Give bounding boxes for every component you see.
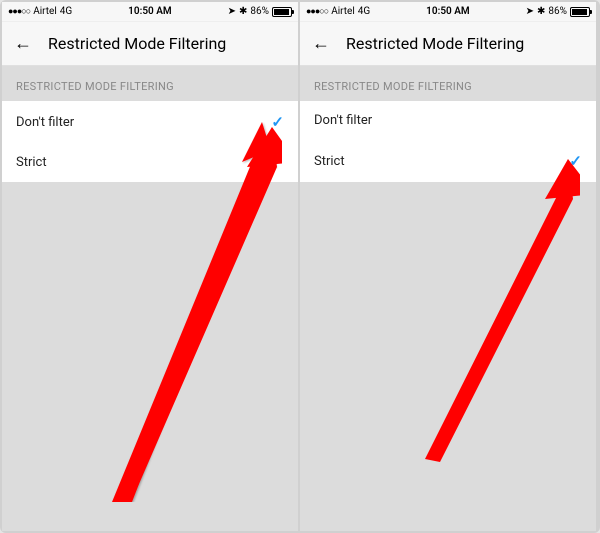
status-left: ●●●○○ Airtel 4G xyxy=(306,6,370,17)
network-label: 4G xyxy=(358,6,370,17)
status-bar: ●●●○○ Airtel 4G 10:50 AM ➤ ✱ 86% xyxy=(300,2,596,22)
phone-screen-right: ●●●○○ Airtel 4G 10:50 AM ➤ ✱ 86% ← Restr… xyxy=(300,2,598,531)
annotation-arrow-icon xyxy=(400,154,580,464)
signal-dots-icon: ●●●○○ xyxy=(8,6,30,17)
carrier-label: Airtel xyxy=(33,6,57,17)
status-left: ●●●○○ Airtel 4G xyxy=(8,6,72,17)
option-dont-filter[interactable]: Don't filter ✓ xyxy=(2,101,298,143)
bluetooth-icon: ✱ xyxy=(537,6,545,17)
back-arrow-icon[interactable]: ← xyxy=(312,33,330,54)
carrier-label: Airtel xyxy=(331,6,355,17)
battery-pct-label: 86% xyxy=(548,6,567,17)
network-label: 4G xyxy=(60,6,72,17)
clock-label: 10:50 AM xyxy=(128,6,172,17)
content-area: RESTRICTED MODE FILTERING Don't filter ✓… xyxy=(2,66,298,531)
content-area: RESTRICTED MODE FILTERING Don't filter S… xyxy=(300,66,596,531)
phone-screen-left: ●●●○○ Airtel 4G 10:50 AM ➤ ✱ 86% ← Restr… xyxy=(2,2,300,531)
option-label: Don't filter xyxy=(314,113,372,128)
app-header: ← Restricted Mode Filtering xyxy=(2,22,298,66)
header-title: Restricted Mode Filtering xyxy=(346,34,524,53)
option-label: Strict xyxy=(314,154,345,169)
app-header: ← Restricted Mode Filtering xyxy=(300,22,596,66)
option-label: Don't filter xyxy=(16,115,74,130)
location-icon: ➤ xyxy=(228,6,236,17)
option-strict[interactable]: Strict xyxy=(2,143,298,182)
signal-dots-icon: ●●●○○ xyxy=(306,6,328,17)
option-label: Strict xyxy=(16,155,47,170)
battery-pct-label: 86% xyxy=(250,6,269,17)
header-title: Restricted Mode Filtering xyxy=(48,34,226,53)
clock-label: 10:50 AM xyxy=(426,6,470,17)
status-bar: ●●●○○ Airtel 4G 10:50 AM ➤ ✱ 86% xyxy=(2,2,298,22)
options-list: Don't filter Strict ✓ xyxy=(300,101,596,182)
battery-icon xyxy=(570,7,590,17)
check-icon: ✓ xyxy=(271,113,284,131)
battery-icon xyxy=(272,7,292,17)
status-right: ➤ ✱ 86% xyxy=(526,6,590,17)
bluetooth-icon: ✱ xyxy=(239,6,247,17)
status-right: ➤ ✱ 86% xyxy=(228,6,292,17)
option-strict[interactable]: Strict ✓ xyxy=(300,140,596,182)
section-label: RESTRICTED MODE FILTERING xyxy=(2,66,298,101)
section-label: RESTRICTED MODE FILTERING xyxy=(300,66,596,101)
check-icon: ✓ xyxy=(569,152,582,170)
options-list: Don't filter ✓ Strict xyxy=(2,101,298,182)
option-dont-filter[interactable]: Don't filter xyxy=(300,101,596,140)
back-arrow-icon[interactable]: ← xyxy=(14,33,32,54)
location-icon: ➤ xyxy=(526,6,534,17)
